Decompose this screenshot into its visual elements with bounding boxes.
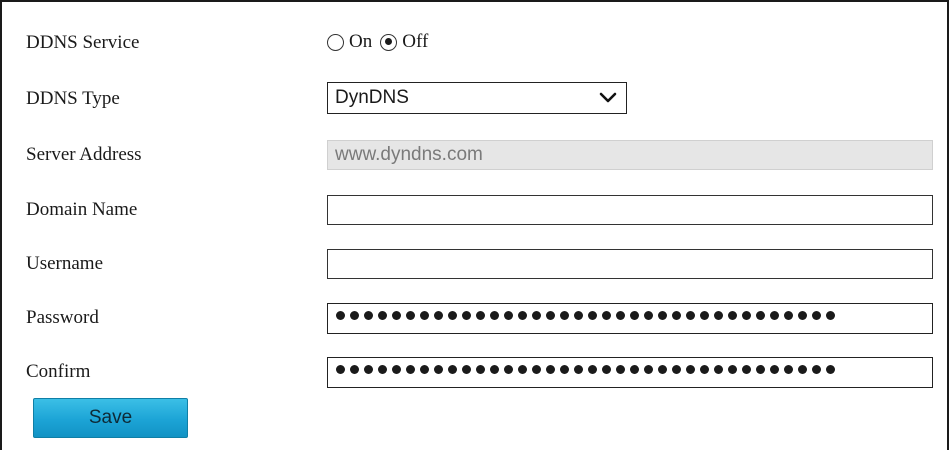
mask-dot (770, 311, 779, 320)
mask-dot (420, 311, 429, 320)
mask-dot (602, 311, 611, 320)
mask-dot (336, 365, 345, 374)
mask-dot (798, 311, 807, 320)
mask-dot (756, 311, 765, 320)
mask-dot (630, 365, 639, 374)
mask-dot (392, 365, 401, 374)
ddns-type-select[interactable]: DynDNS (327, 82, 627, 114)
mask-dot (350, 365, 359, 374)
mask-dot (644, 365, 653, 374)
mask-dot (448, 311, 457, 320)
mask-dot (616, 311, 625, 320)
mask-dot (378, 311, 387, 320)
mask-dot (756, 365, 765, 374)
username-field[interactable] (327, 249, 933, 279)
mask-dot (812, 365, 821, 374)
mask-dot (532, 311, 541, 320)
mask-dot (336, 311, 345, 320)
mask-dot (490, 365, 499, 374)
mask-dot (686, 311, 695, 320)
confirm-password-field[interactable] (327, 357, 933, 388)
server-address-field: www.dyndns.com (327, 140, 933, 170)
mask-dot (728, 311, 737, 320)
mask-dot (420, 365, 429, 374)
mask-dot (560, 365, 569, 374)
mask-dot (784, 365, 793, 374)
mask-dot (644, 311, 653, 320)
mask-dot (378, 365, 387, 374)
password-field[interactable] (327, 303, 933, 334)
mask-dot (434, 365, 443, 374)
mask-dot (462, 311, 471, 320)
mask-dot (364, 365, 373, 374)
domain-name-label: Domain Name (26, 199, 138, 220)
mask-dot (434, 311, 443, 320)
mask-dot (784, 311, 793, 320)
ddns-service-off-radio[interactable] (380, 33, 398, 51)
mask-dot (714, 311, 723, 320)
ddns-type-value: DynDNS (335, 87, 409, 108)
mask-dot (392, 311, 401, 320)
ddns-service-off-label[interactable]: Off (402, 31, 428, 53)
mask-dot (742, 311, 751, 320)
mask-dot (518, 365, 527, 374)
mask-dot (476, 311, 485, 320)
mask-dot (588, 311, 597, 320)
mask-dot (364, 311, 373, 320)
password-mask (336, 311, 840, 320)
ddns-settings-panel: DDNS Service On Off DDNS Type DynDNS Ser… (0, 0, 949, 450)
mask-dot (448, 365, 457, 374)
mask-dot (560, 311, 569, 320)
server-address-value: www.dyndns.com (335, 144, 483, 165)
mask-dot (826, 365, 835, 374)
mask-dot (728, 365, 737, 374)
mask-dot (672, 365, 681, 374)
mask-dot (406, 311, 415, 320)
mask-dot (602, 365, 611, 374)
password-label: Password (26, 307, 99, 328)
mask-dot (518, 311, 527, 320)
mask-dot (546, 365, 555, 374)
mask-dot (812, 311, 821, 320)
mask-dot (686, 365, 695, 374)
confirm-label: Confirm (26, 361, 91, 382)
server-address-label: Server Address (26, 144, 142, 165)
mask-dot (826, 311, 835, 320)
mask-dot (588, 365, 597, 374)
mask-dot (700, 365, 709, 374)
mask-dot (742, 365, 751, 374)
domain-name-field[interactable] (327, 195, 933, 225)
mask-dot (658, 365, 667, 374)
chevron-down-icon (599, 92, 617, 103)
mask-dot (476, 365, 485, 374)
save-button[interactable]: Save (33, 398, 188, 438)
username-label: Username (26, 253, 104, 274)
mask-dot (700, 311, 709, 320)
mask-dot (630, 311, 639, 320)
mask-dot (714, 365, 723, 374)
mask-dot (490, 311, 499, 320)
mask-dot (546, 311, 555, 320)
ddns-service-on-radio[interactable] (327, 33, 344, 51)
confirm-password-mask (336, 365, 840, 374)
mask-dot (574, 311, 583, 320)
mask-dot (504, 365, 513, 374)
ddns-service-label: DDNS Service (26, 32, 140, 53)
mask-dot (770, 365, 779, 374)
mask-dot (532, 365, 541, 374)
mask-dot (462, 365, 471, 374)
ddns-service-on-label[interactable]: On (349, 31, 372, 53)
ddns-type-label: DDNS Type (26, 88, 120, 109)
mask-dot (574, 365, 583, 374)
mask-dot (658, 311, 667, 320)
mask-dot (798, 365, 807, 374)
mask-dot (350, 311, 359, 320)
mask-dot (406, 365, 415, 374)
mask-dot (672, 311, 681, 320)
ddns-service-radio-group: On Off (327, 30, 436, 54)
mask-dot (616, 365, 625, 374)
mask-dot (504, 311, 513, 320)
